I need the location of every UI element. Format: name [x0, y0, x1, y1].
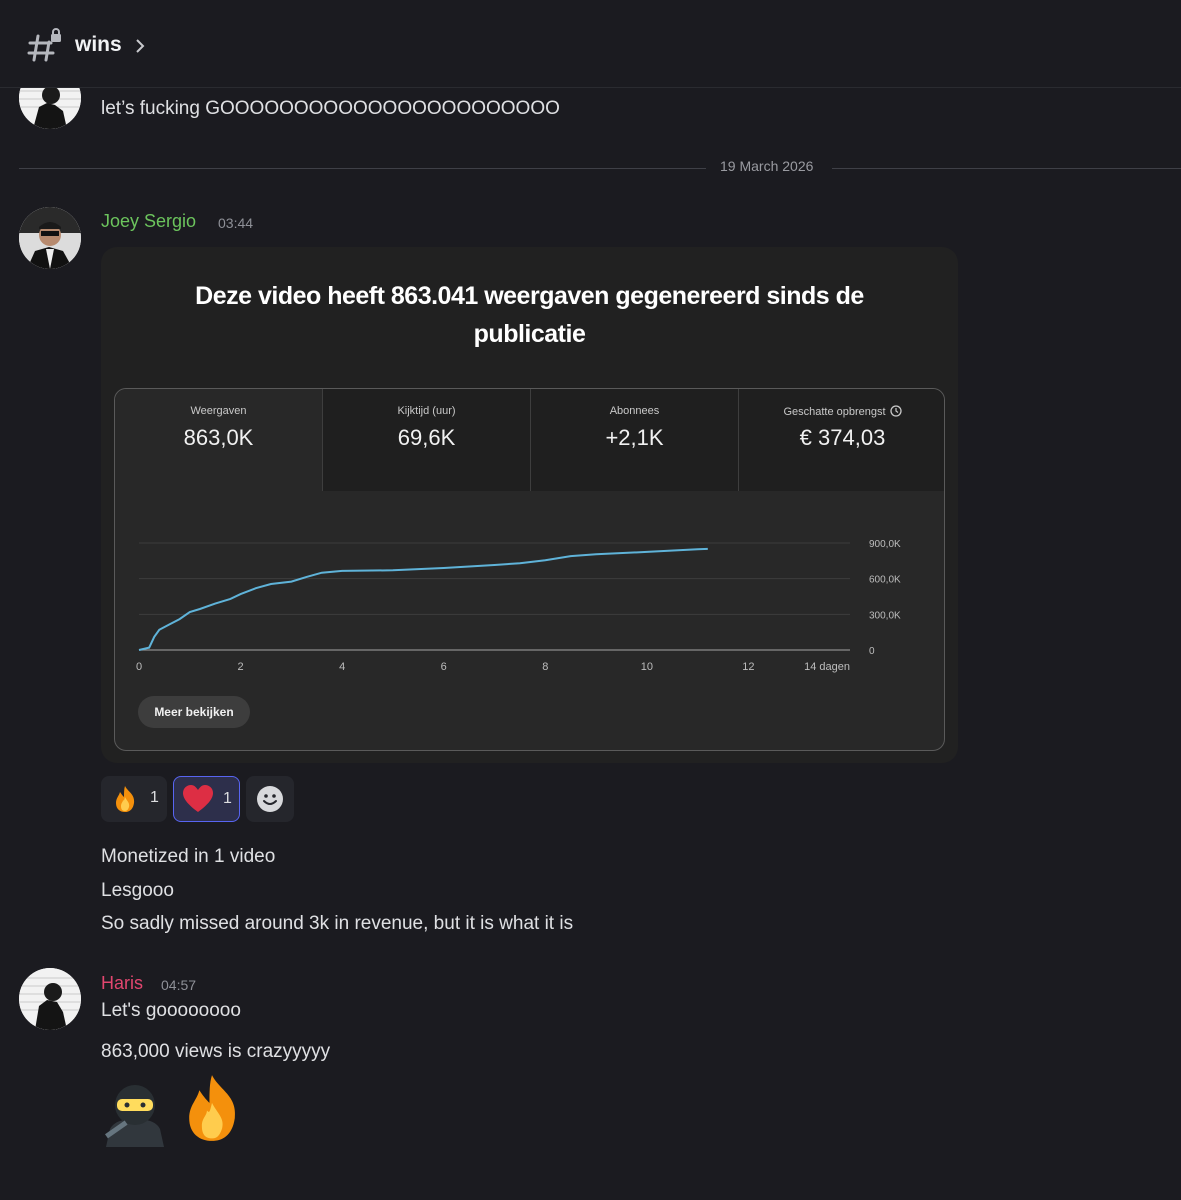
y-tick-label: 0	[869, 646, 875, 657]
x-tick-label: 2	[238, 661, 244, 673]
reaction-fire[interactable]: 1	[101, 776, 167, 822]
x-tick-label: 12	[742, 661, 754, 673]
message-text: Lesgooo	[101, 880, 174, 901]
y-tick-label: 900,0K	[869, 539, 901, 550]
x-tick-label: 10	[641, 661, 653, 673]
x-tick-label: 6	[441, 661, 447, 673]
see-more-button[interactable]: Meer bekijken	[138, 696, 250, 728]
views-series-line	[138, 547, 708, 651]
date-divider-line	[832, 168, 1181, 169]
views-line-chart: 0 300,0K 600,0K 900,0K 0 2 4 6 8 10 12 14 dagen	[136, 539, 901, 673]
add-reaction-button[interactable]	[246, 776, 294, 822]
message-text: let’s fucking GOOOOOOOOOOOOOOOOOOOOOOO	[101, 98, 560, 119]
fire-icon	[116, 786, 135, 812]
avatar[interactable]	[19, 207, 81, 269]
y-tick-label: 600,0K	[869, 575, 901, 586]
smiley-icon	[257, 786, 283, 812]
chevron-right-icon[interactable]	[134, 37, 146, 55]
message-text: 863,000 views is crazyyyyy	[101, 1041, 331, 1062]
date-divider-line	[19, 168, 706, 169]
channel-header: wins	[0, 0, 1181, 88]
embed-title: Deze video heeft 863.041 weergaven gegen…	[195, 282, 864, 348]
message-timestamp: 03:44	[218, 215, 254, 231]
reaction-count: 1	[150, 789, 159, 806]
y-tick-label: 300,0K	[869, 610, 901, 621]
message-text: Monetized in 1 video	[101, 846, 276, 867]
author-name[interactable]: Joey Sergio	[101, 211, 196, 232]
avatar[interactable]	[19, 968, 81, 1030]
ninja-icon	[105, 1085, 164, 1147]
locked-channel-hash-icon	[27, 28, 61, 62]
x-tick-label: 8	[542, 661, 548, 673]
x-tick-label: 14 dagen	[804, 661, 850, 673]
reaction-count: 1	[223, 790, 232, 807]
reaction-heart[interactable]: 1	[173, 776, 240, 822]
date-divider: 19 March 2026	[720, 158, 814, 174]
message-text: Let's goooooooo	[101, 1000, 241, 1021]
analytics-panel: Weergaven 863,0K Kijktijd (uur) 69,6K Ab…	[114, 388, 945, 751]
x-tick-label: 0	[136, 661, 142, 673]
heart-icon	[183, 785, 213, 812]
message-timestamp: 04:57	[161, 977, 197, 993]
message-text: So sadly missed around 3k in revenue, bu…	[101, 913, 574, 934]
fire-icon	[189, 1075, 236, 1141]
channel-name[interactable]: wins	[75, 33, 122, 57]
author-name[interactable]: Haris	[101, 973, 143, 994]
x-tick-label: 4	[339, 661, 345, 673]
